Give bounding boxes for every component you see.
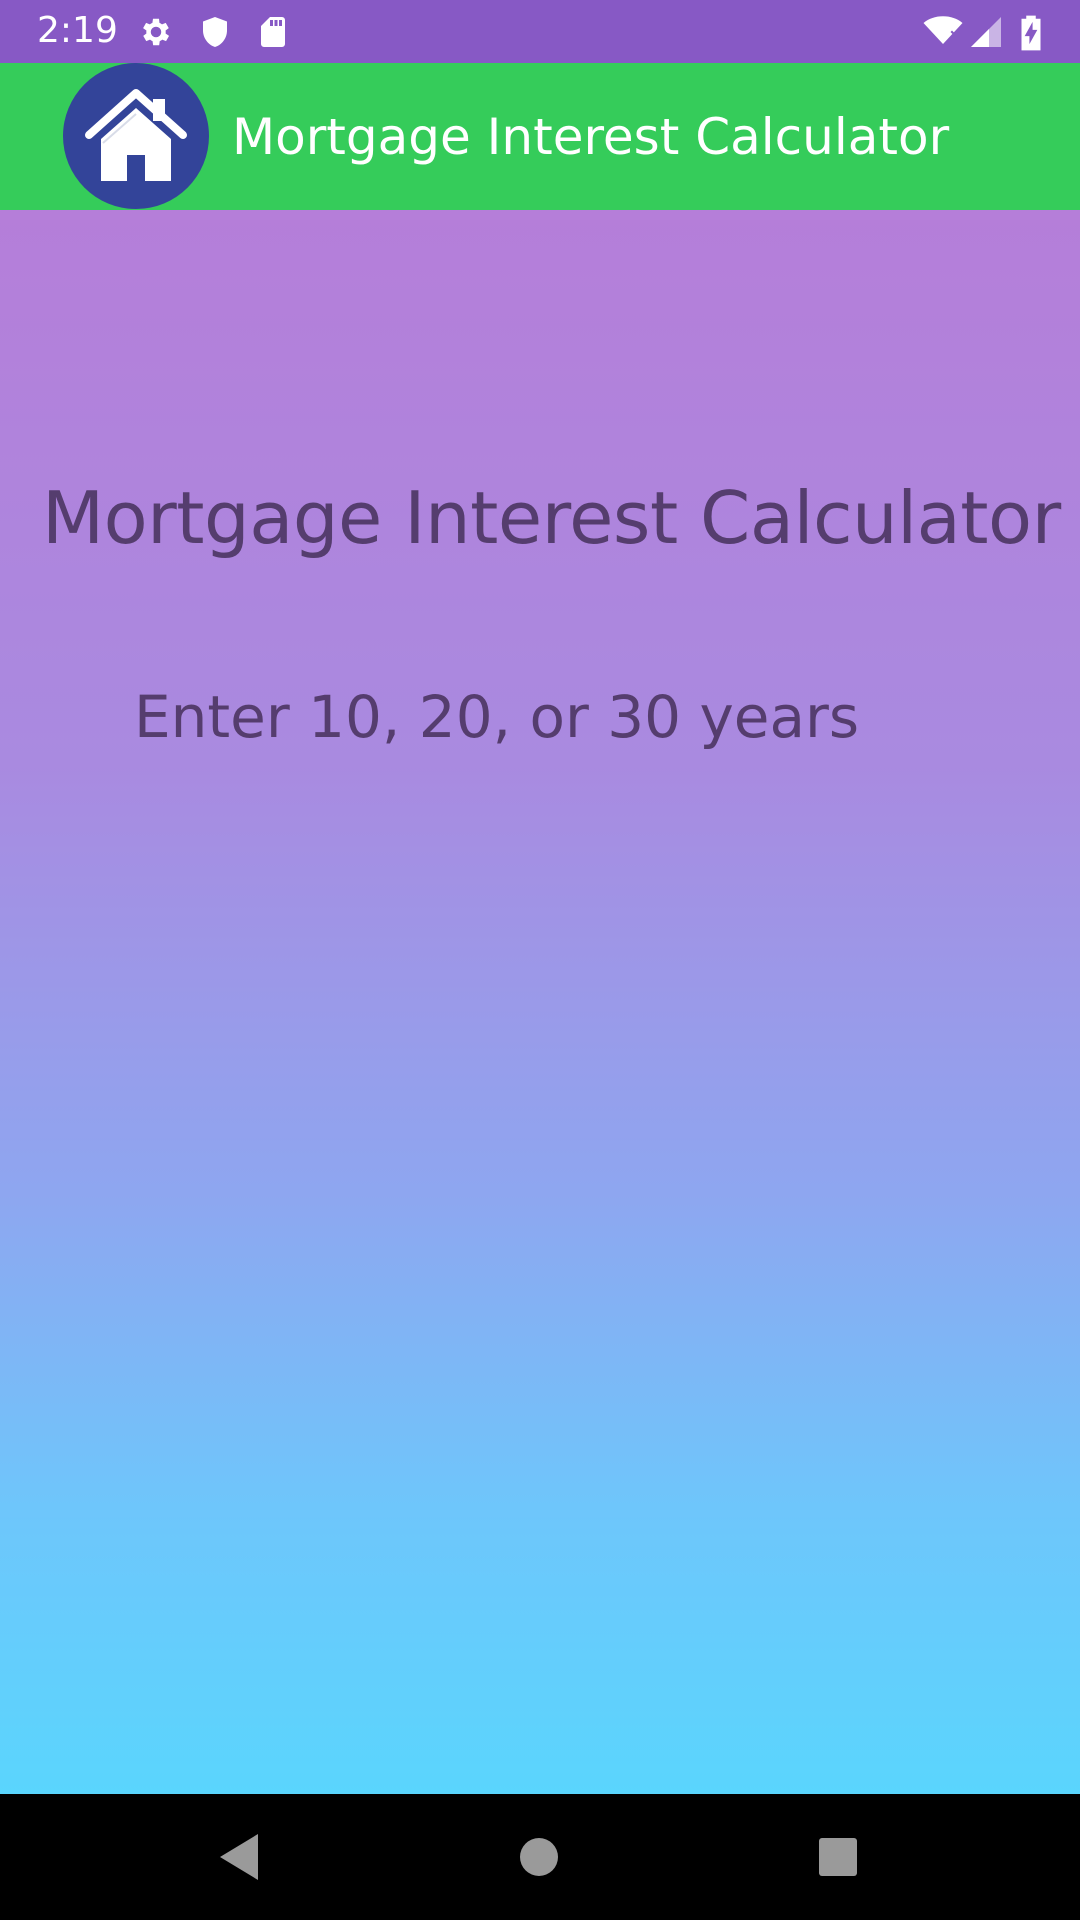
status-time: 2:19 xyxy=(37,10,118,51)
app-bar-title: Mortgage Interest Calculator xyxy=(232,108,950,166)
home-circle-icon[interactable] xyxy=(506,1824,572,1890)
home-icon xyxy=(85,89,187,181)
main-content: Mortgage Interest Calculator Enter 10, 2… xyxy=(0,210,1080,1794)
battery-charging-icon xyxy=(1017,14,1045,51)
page-title: Mortgage Interest Calculator xyxy=(42,476,1061,560)
screen: 2:19 Mortgage Interest Calculator Mortga… xyxy=(0,0,1080,1920)
gear-icon xyxy=(138,14,174,50)
shield-icon xyxy=(197,14,233,50)
instruction-text: Enter 10, 20, or 30 years xyxy=(134,683,860,751)
wifi-icon xyxy=(922,14,964,50)
app-logo xyxy=(63,63,209,209)
navigation-bar xyxy=(0,1794,1080,1920)
app-bar: Mortgage Interest Calculator xyxy=(0,63,1080,210)
back-icon[interactable] xyxy=(206,1824,272,1890)
status-bar: 2:19 xyxy=(0,0,1080,63)
signal-icon xyxy=(968,14,1004,50)
recents-icon[interactable] xyxy=(805,1824,871,1890)
sd-card-icon xyxy=(255,14,291,50)
